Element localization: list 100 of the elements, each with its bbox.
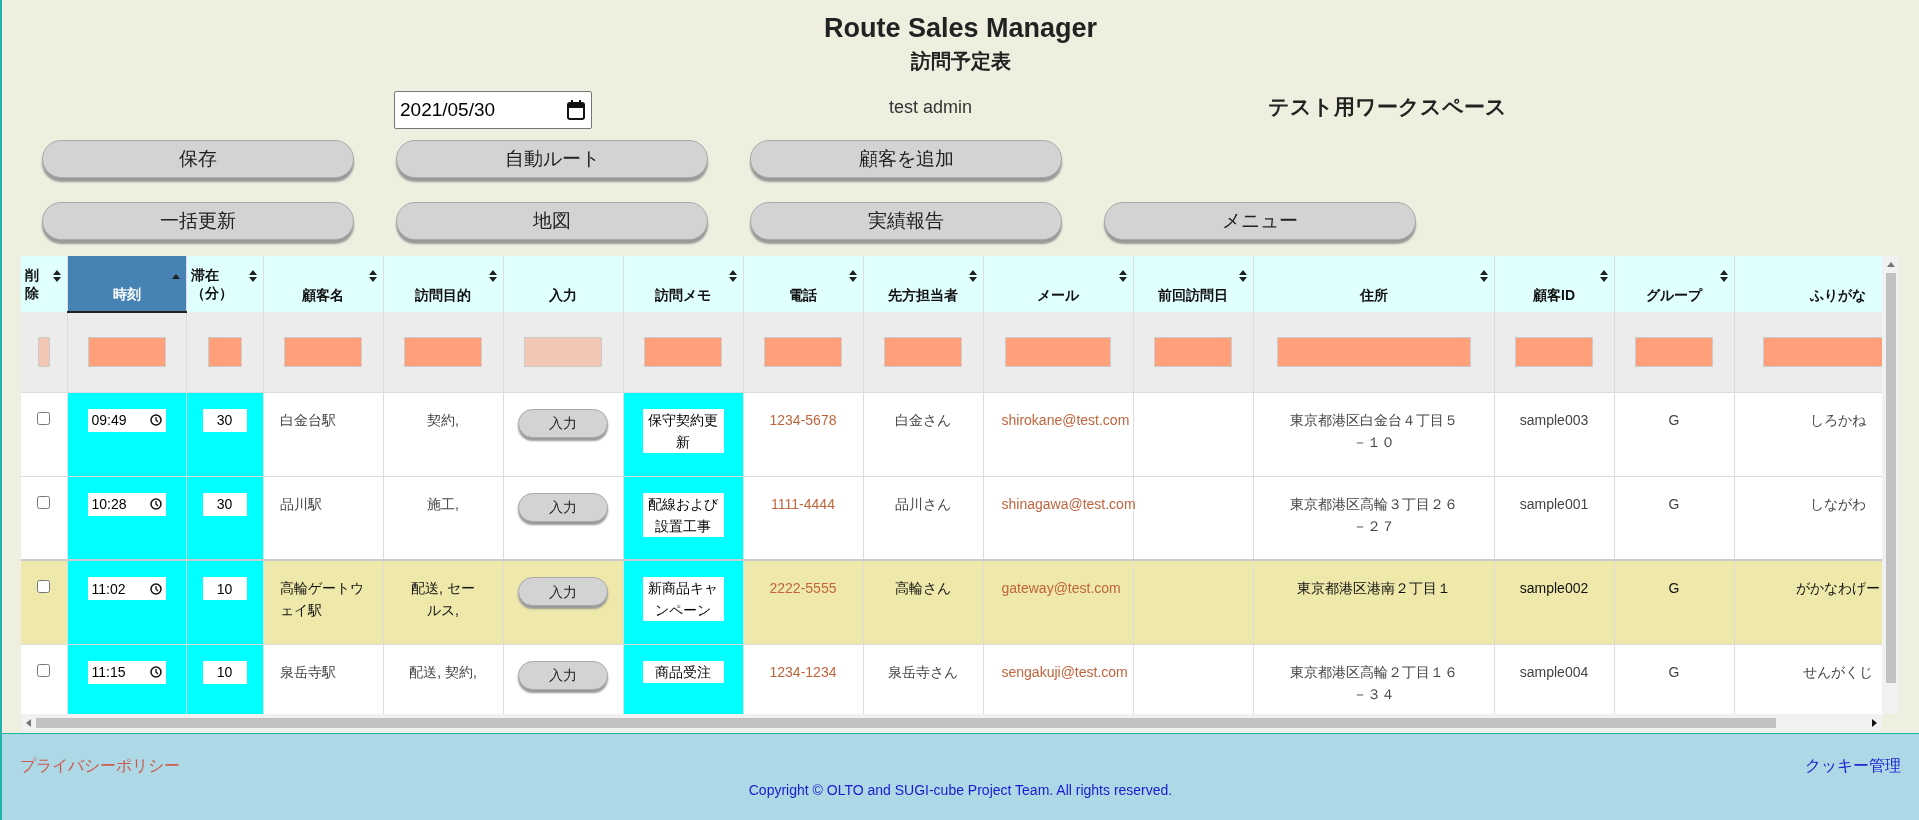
memo-text[interactable]: 商品受注 — [642, 660, 724, 683]
input-button[interactable]: 入力 — [518, 577, 608, 606]
customer-cell: 品川駅 — [263, 476, 383, 560]
filter-field[interactable] — [884, 336, 962, 367]
clock-icon[interactable] — [149, 414, 162, 426]
clock-icon[interactable] — [149, 582, 162, 595]
sort-icon — [728, 270, 737, 282]
action-button[interactable]: 地図 — [396, 202, 708, 240]
vertical-scrollbar[interactable] — [1882, 256, 1899, 714]
filter-field[interactable] — [1635, 336, 1713, 367]
email-link[interactable]: shinagawa@test.com — [1001, 495, 1136, 512]
input-button[interactable]: 入力 — [518, 660, 608, 690]
time-field[interactable]: 10:28 — [87, 492, 166, 516]
delete-checkbox[interactable] — [37, 580, 51, 593]
sort-icon — [1118, 270, 1127, 282]
address-text: 東京都港区港南２丁目１ — [1295, 579, 1452, 598]
column-header[interactable]: 前回訪問日 — [1133, 256, 1253, 312]
column-header[interactable]: 電話 — [743, 256, 863, 312]
stay-field[interactable]: 30 — [202, 408, 247, 432]
column-header[interactable]: メール — [983, 256, 1133, 312]
clock-icon[interactable] — [149, 666, 162, 678]
column-header[interactable]: 削除 — [21, 256, 67, 312]
filter-field[interactable] — [1005, 336, 1111, 367]
input-button[interactable]: 入力 — [518, 408, 608, 438]
customer-id: sample004 — [1519, 663, 1589, 680]
column-header[interactable]: 顧客名 — [263, 256, 383, 312]
column-header[interactable]: 訪問目的 — [383, 256, 503, 312]
memo-text[interactable]: 配線および設置工事 — [642, 492, 724, 537]
action-button[interactable]: 一括更新 — [42, 202, 354, 240]
stay-field[interactable]: 10 — [202, 577, 247, 600]
phone-link[interactable]: 1111-4444 — [771, 495, 835, 512]
column-header[interactable]: 訪問メモ — [623, 256, 743, 312]
sort-icon — [1719, 270, 1728, 282]
customer-id: sample003 — [1519, 411, 1589, 428]
stay-field[interactable]: 10 — [202, 660, 247, 684]
filter-field[interactable] — [1515, 336, 1593, 367]
customer-id: sample001 — [1519, 495, 1589, 512]
memo-text[interactable]: 新商品キャンペーン — [642, 577, 724, 621]
contact-name: 白金さん — [895, 411, 951, 428]
filter-field[interactable] — [404, 336, 482, 367]
column-header[interactable]: 滞在（分） — [186, 256, 263, 312]
group-name: G — [1668, 580, 1680, 596]
visit-purpose: 施工, — [426, 494, 460, 514]
delete-checkbox[interactable] — [37, 663, 51, 677]
contact-name: 高輪さん — [895, 580, 951, 596]
date-field[interactable]: 2021/05/30 — [394, 91, 592, 129]
sort-icon — [848, 270, 857, 282]
customer-cell: 泉岳寺駅 — [263, 644, 383, 714]
action-button[interactable]: 実績報告 — [750, 202, 1062, 240]
email-link[interactable]: sengakuji@test.com — [1001, 663, 1128, 680]
filter-field[interactable] — [1763, 336, 1882, 367]
email-link[interactable]: shirokane@test.com — [1001, 411, 1130, 428]
filter-field[interactable] — [284, 336, 362, 367]
user-name: test admin — [889, 95, 973, 119]
phone-link[interactable]: 1234-1234 — [769, 663, 837, 680]
visit-purpose: 配送, 契約, — [408, 662, 478, 682]
column-header[interactable]: 時刻 — [67, 256, 186, 312]
delete-checkbox[interactable] — [37, 411, 51, 425]
horizontal-scrollbar[interactable] — [21, 714, 1882, 731]
clock-icon[interactable] — [149, 498, 162, 510]
action-button[interactable]: メニュー — [1104, 202, 1416, 240]
filter-field[interactable] — [207, 336, 242, 367]
scroll-right-icon[interactable] — [1872, 718, 1877, 727]
column-header[interactable]: グループ — [1614, 256, 1734, 312]
filter-field[interactable] — [1154, 336, 1232, 367]
column-header[interactable]: 住所 — [1253, 256, 1494, 312]
visit-purpose: 契約, — [426, 410, 460, 430]
sort-icon — [1238, 270, 1247, 282]
time-field[interactable]: 11:15 — [87, 660, 166, 684]
calendar-icon[interactable] — [566, 99, 586, 121]
contact-name: 品川さん — [895, 495, 951, 512]
filter-field[interactable] — [87, 337, 166, 368]
group-name: G — [1668, 411, 1680, 428]
filter-field[interactable] — [1276, 336, 1471, 367]
phone-link[interactable]: 1234-5678 — [769, 411, 837, 428]
cookie-settings-link[interactable]: クッキー管理 — [1805, 754, 1901, 778]
action-button[interactable]: 顧客を追加 — [750, 140, 1062, 178]
memo-text[interactable]: 保守契約更新 — [642, 408, 724, 453]
action-button[interactable]: 自動ルート — [396, 140, 708, 178]
column-header[interactable]: 先方担当者 — [863, 256, 983, 312]
scroll-left-icon[interactable] — [26, 718, 31, 727]
page-title: 訪問予定表 — [910, 49, 1011, 74]
filter-field[interactable] — [644, 336, 722, 367]
column-header: 入力 — [503, 256, 623, 312]
stay-field[interactable]: 30 — [202, 492, 247, 516]
sort-icon — [488, 270, 497, 282]
input-button[interactable]: 入力 — [518, 492, 608, 522]
address-text: 東京都港区高輪３丁目２６－２７ — [1288, 494, 1459, 536]
address-text: 東京都港区白金台４丁目５－１０ — [1288, 410, 1459, 452]
time-field[interactable]: 11:02 — [87, 577, 166, 600]
sort-icon — [1599, 270, 1608, 282]
scroll-up-icon[interactable] — [1886, 262, 1895, 267]
action-button[interactable]: 保存 — [42, 140, 354, 178]
delete-checkbox[interactable] — [37, 495, 51, 509]
sort-icon — [1479, 270, 1488, 282]
filter-field[interactable] — [764, 336, 842, 367]
column-header[interactable]: 顧客ID — [1494, 256, 1614, 312]
workspace-name: テスト用ワークスペース — [1268, 94, 1508, 121]
furigana-text: がかなわげー — [1796, 580, 1880, 596]
time-field[interactable]: 09:49 — [87, 408, 166, 432]
